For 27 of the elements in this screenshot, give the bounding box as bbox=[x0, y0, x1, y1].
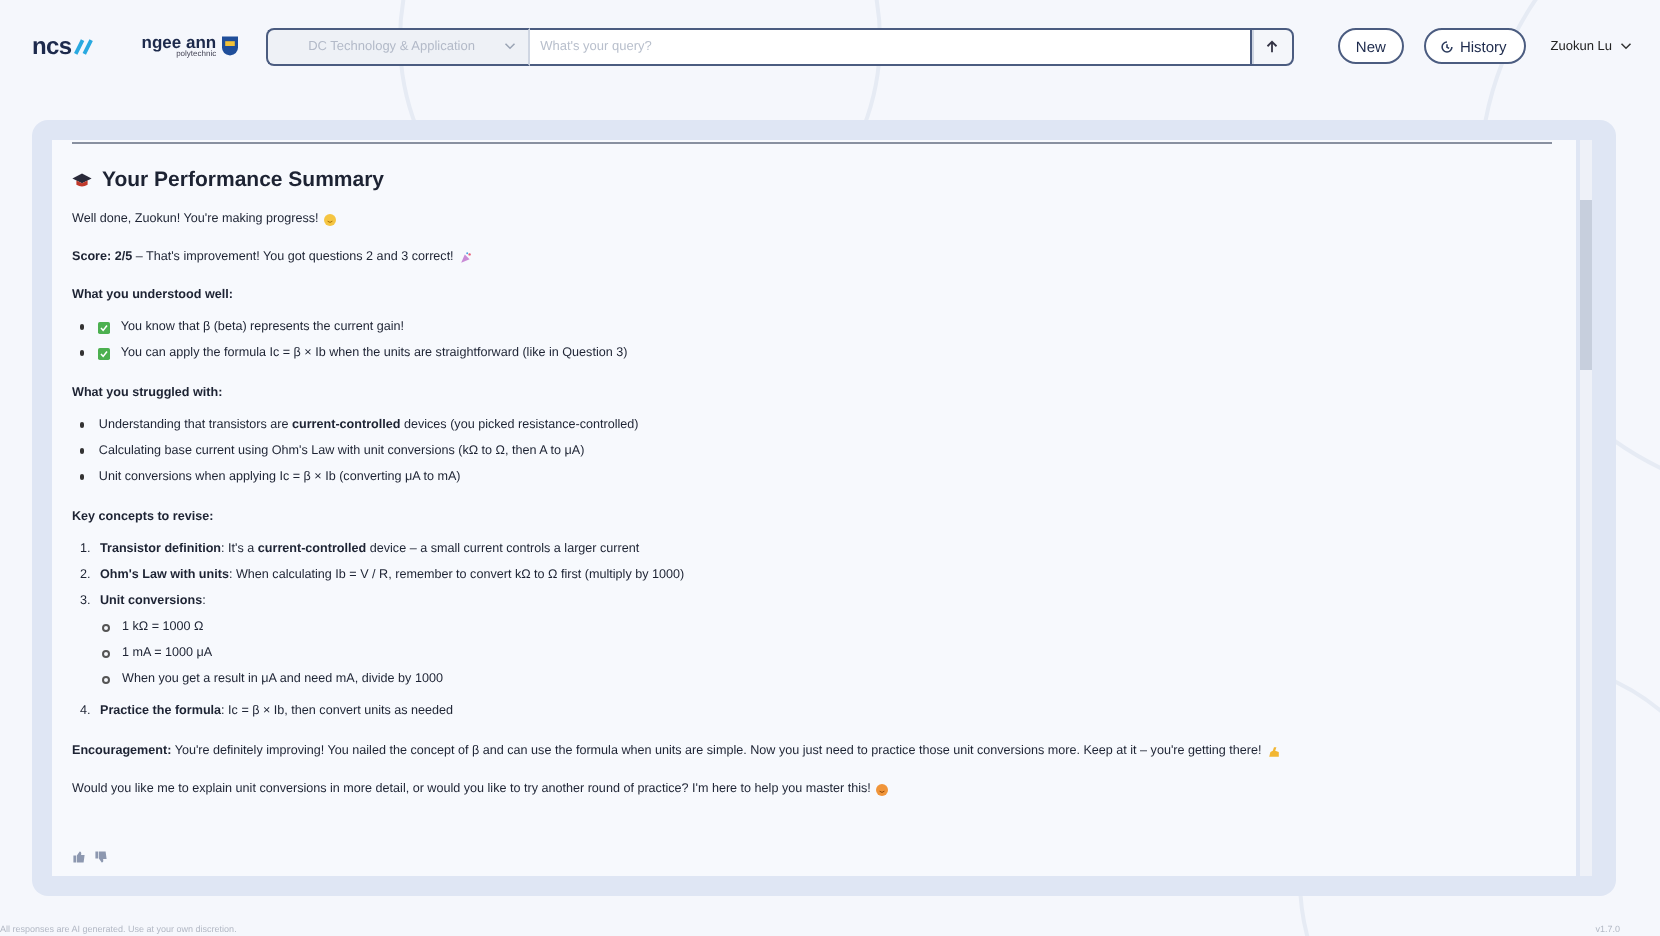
school-logo-name: ngee ann bbox=[141, 33, 217, 51]
graduation-cap-icon bbox=[72, 172, 92, 188]
bullet-dot bbox=[80, 474, 85, 480]
history-icon bbox=[1439, 39, 1454, 53]
send-button[interactable] bbox=[1249, 27, 1294, 65]
chevron-down-icon bbox=[504, 42, 517, 50]
shield-icon bbox=[222, 36, 239, 56]
check-mark-icon bbox=[98, 321, 111, 333]
bullet-dot bbox=[80, 324, 85, 330]
party-popper-icon bbox=[459, 252, 472, 264]
chevron-down-icon bbox=[1620, 42, 1632, 50]
arrow-up-icon bbox=[1265, 39, 1278, 53]
ncs-logo-text: ncs bbox=[32, 32, 72, 60]
scrollbar-thumb[interactable] bbox=[1580, 200, 1592, 370]
bullet-dot bbox=[80, 448, 85, 454]
thumbs-up-icon[interactable] bbox=[72, 850, 86, 864]
bullet-circle bbox=[102, 675, 110, 683]
summary-title: Your Performance Summary bbox=[102, 168, 385, 192]
slashes-logo-icon bbox=[73, 37, 98, 55]
bullet-circle bbox=[102, 623, 110, 631]
smiling-face-icon bbox=[876, 784, 889, 796]
bullet-circle bbox=[102, 649, 110, 657]
check-mark-icon bbox=[98, 347, 111, 359]
bullet-dot bbox=[80, 350, 85, 356]
thumbs-down-icon[interactable] bbox=[94, 850, 108, 864]
bullet-dot bbox=[80, 422, 85, 428]
smiley-icon bbox=[324, 214, 337, 226]
